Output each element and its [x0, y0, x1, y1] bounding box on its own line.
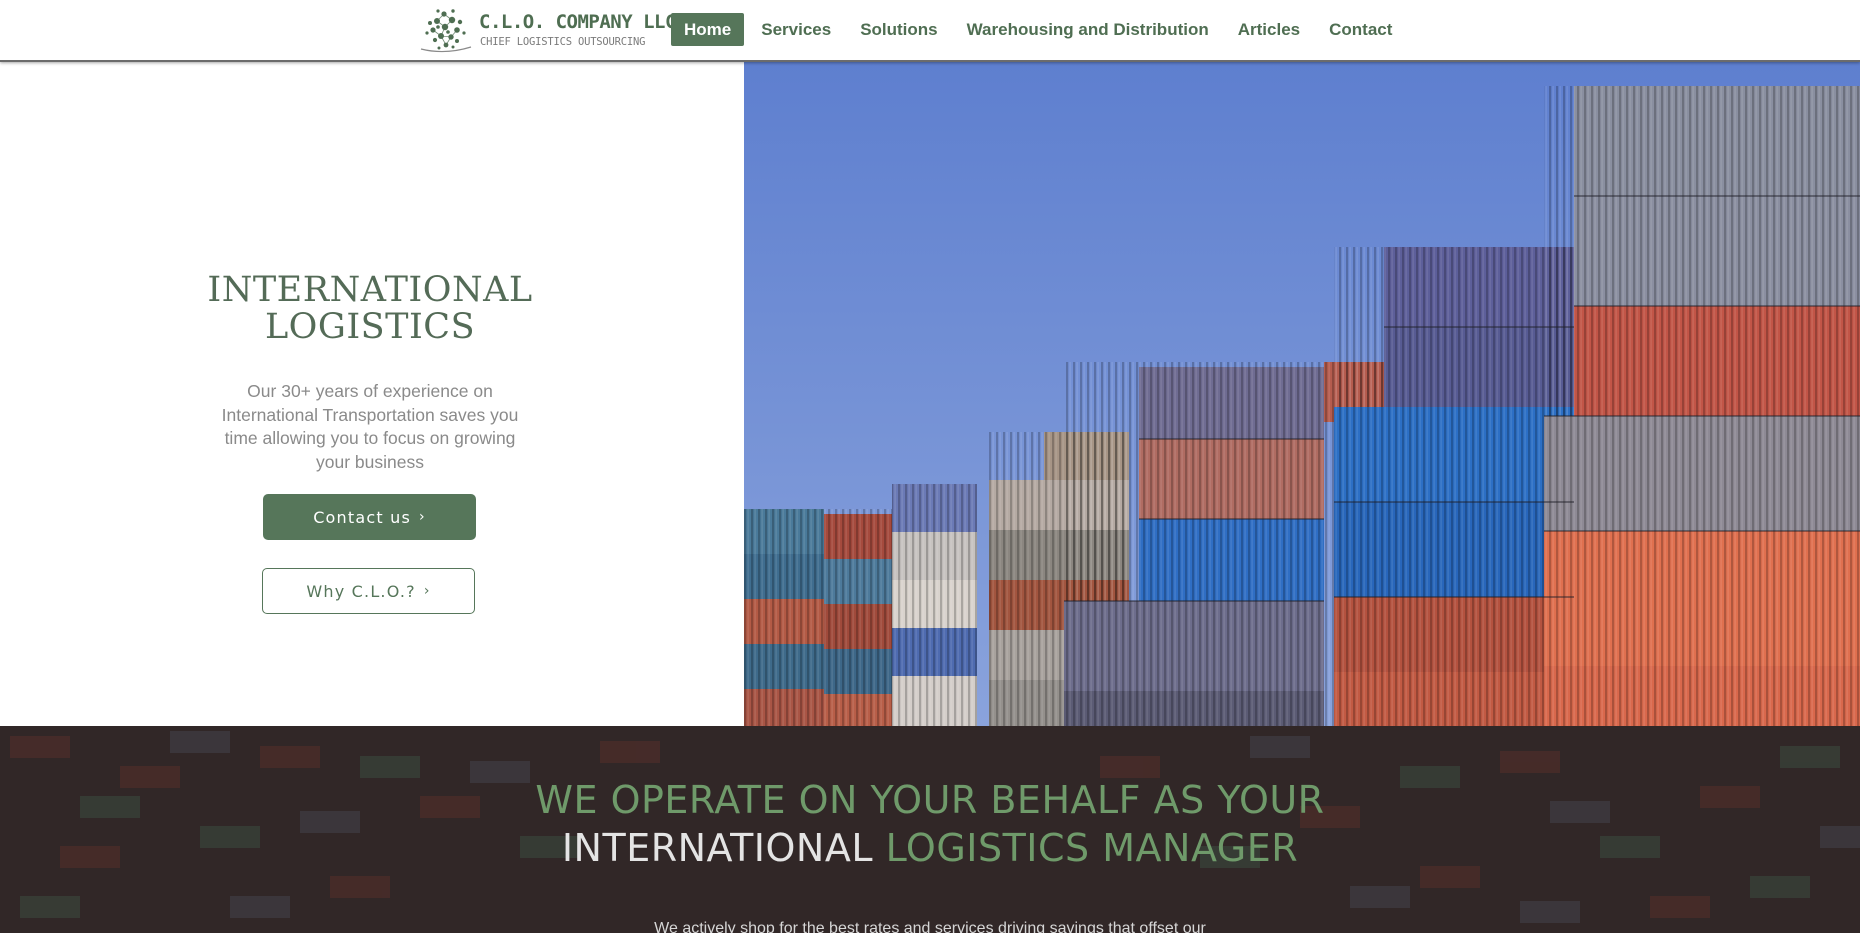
mission-heading-line1: WE OPERATE ON YOUR BEHALF AS YOUR — [535, 778, 1325, 822]
hero-title: INTERNATIONAL LOGISTICS — [170, 272, 570, 346]
logo-company-name: C.L.O. COMPANY LLC — [479, 11, 676, 33]
contact-us-label: Contact us — [313, 507, 411, 527]
why-clo-label: Why C.L.O.? — [306, 581, 416, 601]
mission-heading: WE OPERATE ON YOUR BEHALF AS YOUR INTERN… — [0, 776, 1860, 872]
hero-description: Our 30+ years of experience on Internati… — [221, 381, 519, 472]
mission-banner: WE OPERATE ON YOUR BEHALF AS YOUR INTERN… — [0, 726, 1860, 933]
hero-title-line2: LOGISTICS — [264, 307, 476, 347]
mission-subtitle: We actively shop for the best rates and … — [654, 920, 1206, 933]
company-logo[interactable]: C.L.O. COMPANY LLC CHIEF LOGISTICS OUTSO… — [417, 3, 676, 55]
nav-item-warehousing[interactable]: Warehousing and Distribution — [954, 13, 1222, 46]
mission-heading-highlight: INTERNATIONAL — [561, 826, 873, 870]
main-navigation: Home Services Solutions Warehousing and … — [671, 13, 1408, 46]
nav-item-home[interactable]: Home — [671, 13, 745, 46]
contact-us-button[interactable]: Contact us › — [263, 494, 476, 540]
nav-item-articles[interactable]: Articles — [1225, 13, 1313, 46]
globe-dots-icon — [420, 9, 472, 53]
mission-heading-line2: LOGISTICS MANAGER — [885, 826, 1299, 870]
site-header: C.L.O. COMPANY LLC CHIEF LOGISTICS OUTSO… — [0, 0, 1860, 62]
chevron-right-icon: › — [423, 583, 431, 599]
nav-item-services[interactable]: Services — [748, 13, 844, 46]
containers-illustration — [744, 62, 1860, 726]
nav-item-contact[interactable]: Contact — [1316, 13, 1405, 46]
nav-item-solutions[interactable]: Solutions — [847, 13, 950, 46]
why-clo-button[interactable]: Why C.L.O.? › — [262, 568, 475, 614]
hero-title-line1: INTERNATIONAL — [207, 270, 533, 310]
logo-tagline: CHIEF LOGISTICS OUTSOURCING — [480, 36, 646, 48]
shipping-containers-photo — [744, 62, 1860, 726]
hero-text-panel: INTERNATIONAL LOGISTICS Our 30+ years of… — [0, 62, 744, 726]
chevron-right-icon: › — [419, 509, 426, 525]
